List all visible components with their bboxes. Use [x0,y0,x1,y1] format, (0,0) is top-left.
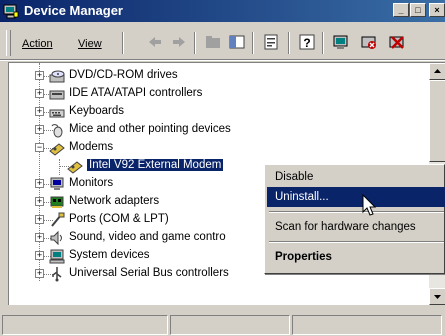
modem-icon [49,143,65,156]
back-icon[interactable] [146,33,164,51]
tree-item-label: Mice and other pointing devices [69,123,231,135]
status-panel [2,315,168,335]
tree-item-label: DVD/CD-ROM drives [69,69,178,81]
mouse-cursor-icon [362,194,377,216]
tree-item-label: Modems [69,141,114,153]
close-glyph: × [434,5,440,15]
menu-scan[interactable]: Scan for hardware changes [267,217,445,237]
context-menu: Disable Uninstall... Scan for hardware c… [264,164,445,274]
menu-scan-label: Scan for hardware changes [275,221,416,233]
scan-hardware-icon[interactable] [332,33,350,51]
disable-device-icon[interactable] [360,33,378,51]
network-adapter-icon [50,196,64,208]
expand-toggle[interactable]: + [35,197,44,206]
tree-item-ide[interactable]: + IDE ATA/ATAPI controllers [9,85,429,103]
uninstall-device-icon[interactable] [388,33,406,51]
toolbar-separator [122,32,124,54]
show-hide-tree-icon[interactable] [228,33,246,51]
status-panel [292,315,442,335]
toolbar-separator [288,32,290,54]
tree-item-label-selected: Intel V92 External Modem [85,158,225,172]
tree-item-label: Monitors [69,177,114,189]
device-manager-icon [3,4,19,19]
menu-separator [269,211,444,213]
properties-icon[interactable] [262,33,280,51]
menu-properties[interactable]: Properties [267,247,445,267]
menu-properties-label: Properties [275,251,332,263]
tree-item-label: Sound, video and game contro [69,231,226,243]
expand-toggle[interactable]: + [35,179,44,188]
title-bar[interactable]: Device Manager _ □ × [0,0,445,22]
toolbar-divider [0,59,445,61]
close-button[interactable]: × [429,3,445,17]
menu-disable[interactable]: Disable [267,167,445,187]
status-bar [0,312,445,336]
forward-icon[interactable] [170,33,188,51]
scroll-up-button[interactable] [429,63,445,80]
expand-toggle[interactable]: + [35,269,44,278]
ide-controller-icon [49,90,65,100]
maximize-glyph: □ [415,5,421,15]
menu-action-label: Action [22,38,53,50]
expand-toggle[interactable]: + [35,107,44,116]
up-folder-icon[interactable] [204,33,222,51]
menu-action[interactable]: Action [22,38,53,50]
expand-toggle[interactable]: + [35,71,44,80]
minimize-button[interactable]: _ [393,3,409,17]
toolbar-grip [6,30,11,56]
help-icon[interactable]: ? [298,33,316,51]
menu-disable-label: Disable [275,171,314,183]
keyboard-icon [49,109,65,118]
modem-device-icon [67,161,83,174]
monitor-icon [50,177,64,190]
minimize-glyph: _ [398,5,404,15]
status-panel [170,315,290,335]
menu-view[interactable]: View [78,38,102,50]
tree-item-mice[interactable]: + Mice and other pointing devices [9,121,429,139]
collapse-toggle[interactable]: − [35,143,44,152]
menu-separator [269,241,444,243]
expand-toggle[interactable]: + [35,125,44,134]
expand-toggle[interactable]: + [35,251,44,260]
usb-icon [52,267,62,282]
toolbar-separator [322,32,324,54]
expand-toggle[interactable]: + [35,89,44,98]
arrow-up-icon [434,69,441,73]
arrow-down-icon [434,295,441,299]
scroll-thumb[interactable] [429,80,445,162]
sound-icon [50,230,62,246]
dvd-drive-icon [49,70,65,83]
window-title: Device Manager [24,3,123,18]
menu-uninstall-label: Uninstall... [275,191,329,203]
tree-item-label: Network adapters [69,195,160,207]
device-manager-window: Device Manager _ □ × Action View ? + DVD… [0,0,445,336]
tree-item-label: Universal Serial Bus controllers [69,267,229,279]
menu-toolbar: Action View ? [0,24,445,60]
tree-item-label: Ports (COM & LPT) [69,213,169,225]
svg-text:?: ? [303,36,310,50]
system-device-icon [49,249,65,264]
menu-uninstall[interactable]: Uninstall... [267,187,445,207]
tree-item-label: IDE ATA/ATAPI controllers [69,87,203,99]
expand-toggle[interactable]: + [35,233,44,242]
toolbar-separator [252,32,254,54]
toolbar-separator [194,32,196,54]
tree-item-keyboards[interactable]: + Keyboards [9,103,429,121]
expand-toggle[interactable]: + [35,215,44,224]
tree-item-label: Keyboards [69,105,124,117]
scroll-down-button[interactable] [429,288,445,305]
port-icon [51,212,65,227]
tree-item-modems[interactable]: − Modems [9,139,429,157]
tree-item-dvd[interactable]: + DVD/CD-ROM drives [9,67,429,85]
mouse-icon [51,124,63,138]
menu-view-label: View [78,38,102,50]
tree-item-label: System devices [69,249,150,261]
maximize-button[interactable]: □ [410,3,426,17]
